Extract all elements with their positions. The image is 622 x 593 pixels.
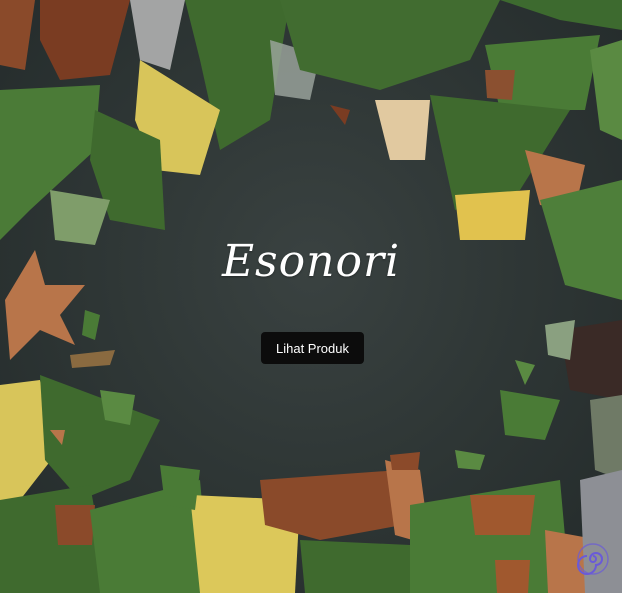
right-leaves: [455, 320, 622, 480]
brand-title: Esonori: [221, 236, 401, 287]
top-left-foliage: [0, 0, 320, 245]
foliage-frame-image: [0, 0, 622, 593]
view-products-button[interactable]: Lihat Produk: [261, 332, 364, 364]
bottom-left-foliage: [0, 375, 300, 593]
bottom-right-foliage: [260, 452, 622, 593]
hero-section: Esonori Lihat Produk: [0, 0, 622, 593]
spiral-logo-icon[interactable]: [576, 542, 610, 576]
